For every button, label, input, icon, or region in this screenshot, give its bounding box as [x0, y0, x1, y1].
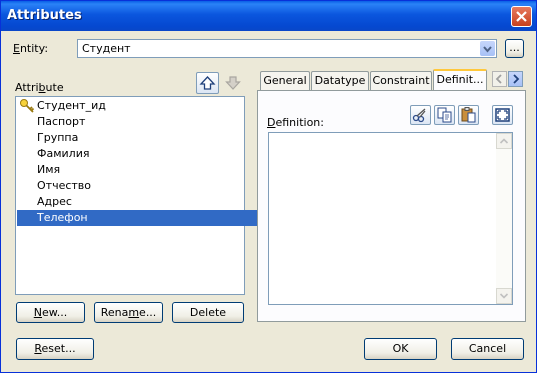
- list-item[interactable]: Фамилия: [17, 146, 89, 162]
- paste-definition-button[interactable]: [458, 105, 479, 125]
- attribute-name: Паспорт: [37, 115, 86, 128]
- rename-button[interactable]: Rename...: [94, 302, 163, 323]
- tab-scroll-left-button[interactable]: [492, 71, 507, 87]
- attribute-name: Адрес: [37, 195, 72, 208]
- attribute-name: Телефон: [37, 211, 88, 224]
- tab-scroll-right-button[interactable]: [508, 71, 523, 87]
- attribute-name: Отчество: [37, 179, 92, 192]
- attribute-name: Фамилия: [37, 147, 90, 160]
- tab-datatype[interactable]: Datatype: [311, 71, 369, 90]
- list-item[interactable]: Адрес: [17, 194, 72, 210]
- paste-icon: [461, 107, 476, 123]
- copy-definition-button[interactable]: [434, 105, 455, 125]
- key-icon: [20, 99, 35, 113]
- vertical-scrollbar[interactable]: [496, 133, 512, 304]
- chevron-left-icon: [495, 74, 502, 84]
- list-item[interactable]: Паспорт: [17, 114, 85, 130]
- list-item-selected[interactable]: Телефон: [17, 210, 261, 226]
- attributes-dialog: Attributes Entity: Студент ... Attribute…: [0, 0, 537, 373]
- expand-definition-button[interactable]: [492, 105, 513, 125]
- attribute-name: Группа: [37, 131, 79, 144]
- definition-tab-panel: Definition:: [257, 90, 526, 322]
- tab-constraint[interactable]: Constraint: [370, 71, 432, 90]
- attribute-list[interactable]: Студент_ид Паспорт Группа Фамилия Имя От…: [15, 96, 261, 295]
- list-item[interactable]: Группа: [17, 130, 78, 146]
- ok-button[interactable]: OK: [364, 338, 437, 360]
- expand-icon: [495, 108, 510, 122]
- close-button[interactable]: [511, 6, 532, 27]
- dropdown-button[interactable]: [480, 41, 495, 56]
- scroll-down-icon: [496, 288, 512, 304]
- attribute-name: Имя: [37, 163, 61, 176]
- title-bar[interactable]: Attributes: [1, 1, 536, 31]
- tab-general[interactable]: General: [260, 71, 310, 90]
- copy-icon: [437, 107, 452, 123]
- chevron-right-icon: [513, 74, 520, 84]
- tab-definition[interactable]: Definit...: [433, 69, 487, 91]
- window-title: Attributes: [7, 8, 82, 23]
- arrow-up-icon: [199, 76, 216, 90]
- entity-combobox[interactable]: Студент: [77, 39, 497, 58]
- list-item[interactable]: Имя: [17, 162, 60, 178]
- definition-label: Definition:: [267, 116, 324, 129]
- entity-value: Студент: [82, 42, 131, 55]
- entity-browse-button[interactable]: ...: [505, 39, 524, 58]
- arrow-down-icon: [225, 76, 241, 90]
- close-icon: [516, 11, 527, 22]
- chevron-down-icon: [483, 46, 492, 53]
- scroll-up-icon: [496, 133, 512, 149]
- entity-label: Entity:: [13, 42, 49, 55]
- definition-textarea[interactable]: [268, 132, 513, 305]
- move-down-button[interactable]: [222, 72, 244, 94]
- list-item[interactable]: Студент_ид: [17, 98, 106, 114]
- reset-button[interactable]: Reset...: [16, 338, 94, 360]
- delete-button[interactable]: Delete: [172, 302, 244, 323]
- attribute-label: Attribute: [15, 81, 64, 94]
- cancel-button[interactable]: Cancel: [451, 338, 524, 360]
- attribute-name: Студент_ид: [37, 99, 106, 112]
- new-button[interactable]: New...: [16, 302, 85, 323]
- move-up-button[interactable]: [196, 72, 219, 94]
- edit-definition-button[interactable]: [410, 105, 431, 125]
- scissors-icon: [412, 108, 426, 123]
- list-item[interactable]: Отчество: [17, 178, 91, 194]
